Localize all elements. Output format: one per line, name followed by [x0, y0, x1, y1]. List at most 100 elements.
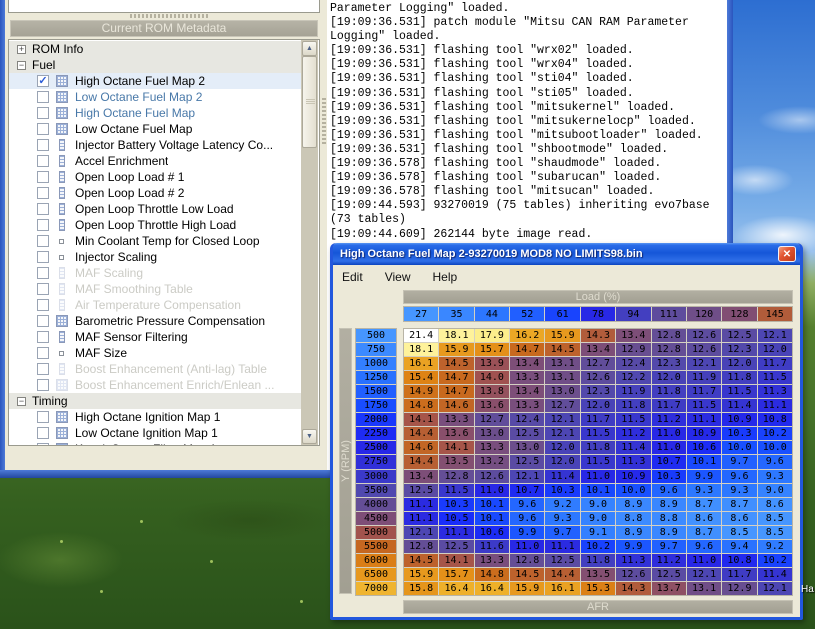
map-cell[interactable]: 9.4: [722, 540, 756, 553]
map-cell[interactable]: 10.1: [475, 512, 509, 525]
map-cell[interactable]: 11.7: [722, 568, 756, 581]
map-cell[interactable]: 14.5: [439, 357, 473, 370]
map-cell[interactable]: 12.8: [439, 470, 473, 483]
col-header-cell[interactable]: 128: [722, 307, 756, 321]
map-cell[interactable]: 11.3: [758, 385, 792, 398]
map-cell[interactable]: 11.1: [545, 540, 579, 553]
tree-item[interactable]: MAF Scaling: [9, 265, 301, 281]
checkbox[interactable]: [37, 427, 49, 439]
map-cell[interactable]: 11.5: [616, 413, 650, 426]
map-cell[interactable]: 11.7: [758, 357, 792, 370]
tree-item[interactable]: Open Loop Throttle High Load: [9, 217, 301, 233]
checkbox[interactable]: [37, 267, 49, 279]
checkbox[interactable]: [37, 347, 49, 359]
map-cell[interactable]: 11.8: [722, 371, 756, 384]
rom-metadata-tree[interactable]: +ROM Info−Fuel✓High Octane Fuel Map 2Low…: [8, 39, 320, 446]
checkbox[interactable]: [37, 235, 49, 247]
map-cell[interactable]: 9.2: [758, 540, 792, 553]
map-cell[interactable]: 13.1: [687, 582, 721, 595]
map-cell[interactable]: 14.1: [439, 441, 473, 454]
map-cell[interactable]: 11.1: [758, 399, 792, 412]
map-cell[interactable]: 12.5: [510, 427, 544, 440]
map-cell[interactable]: 11.0: [652, 441, 686, 454]
map-cell[interactable]: 9.3: [687, 484, 721, 497]
desktop-icon-label[interactable]: Ha: [801, 584, 814, 595]
map-cell[interactable]: 11.0: [687, 554, 721, 567]
map-cell[interactable]: 8.8: [652, 512, 686, 525]
tree-item[interactable]: Barometric Pressure Compensation: [9, 313, 301, 329]
map-cell[interactable]: 11.7: [687, 385, 721, 398]
map-cell[interactable]: 16.2: [510, 329, 544, 342]
map-cell[interactable]: 17.9: [475, 329, 509, 342]
map-cell[interactable]: 13.4: [510, 385, 544, 398]
map-cell[interactable]: 11.7: [581, 413, 615, 426]
map-cell[interactable]: 10.3: [652, 470, 686, 483]
row-header-cell[interactable]: 1000: [356, 357, 396, 370]
map-cell[interactable]: 12.1: [510, 470, 544, 483]
collapse-icon[interactable]: −: [17, 61, 26, 70]
map-cell[interactable]: 13.6: [439, 427, 473, 440]
map-cell[interactable]: 12.0: [652, 371, 686, 384]
map-cell[interactable]: 8.6: [758, 498, 792, 511]
map-cell[interactable]: 13.0: [545, 385, 579, 398]
map-cell[interactable]: 8.9: [616, 526, 650, 539]
map-cell[interactable]: 10.8: [758, 413, 792, 426]
map-cell[interactable]: 11.3: [616, 455, 650, 468]
map-cell[interactable]: 12.5: [652, 568, 686, 581]
map-cell[interactable]: 11.1: [687, 413, 721, 426]
map-cell[interactable]: 10.7: [652, 455, 686, 468]
map-cell[interactable]: 12.0: [545, 455, 579, 468]
map-cell[interactable]: 15.4: [404, 371, 438, 384]
checkbox[interactable]: [37, 123, 49, 135]
row-header-cell[interactable]: 500: [356, 329, 396, 342]
map-cell[interactable]: 12.6: [616, 568, 650, 581]
map-cell[interactable]: 10.1: [687, 455, 721, 468]
map-cell[interactable]: 12.8: [510, 554, 544, 567]
tree-item[interactable]: High Octane Fuel Map: [9, 105, 301, 121]
map-cell[interactable]: 14.0: [475, 371, 509, 384]
map-cell[interactable]: 13.3: [510, 371, 544, 384]
map-cell[interactable]: 8.9: [652, 526, 686, 539]
map-cell[interactable]: 9.6: [722, 470, 756, 483]
map-cell[interactable]: 14.4: [404, 455, 438, 468]
map-cell[interactable]: 15.9: [439, 343, 473, 356]
checkbox[interactable]: [37, 315, 49, 327]
map-cell[interactable]: 14.4: [545, 568, 579, 581]
tree-item[interactable]: MAF Sensor Filtering: [9, 329, 301, 345]
col-header-cell[interactable]: 120: [687, 307, 721, 321]
map-cell[interactable]: 10.9: [687, 427, 721, 440]
map-cell[interactable]: 11.0: [581, 470, 615, 483]
map-cell[interactable]: 12.6: [475, 470, 509, 483]
map-cell[interactable]: 9.3: [758, 470, 792, 483]
scrollbar-thumb[interactable]: [302, 56, 317, 148]
map-cell[interactable]: 13.3: [510, 399, 544, 412]
map-cell[interactable]: 9.3: [722, 484, 756, 497]
map-cell[interactable]: 14.7: [439, 371, 473, 384]
map-cell[interactable]: 12.1: [545, 427, 579, 440]
checkbox[interactable]: [37, 171, 49, 183]
map-cell[interactable]: 11.2: [616, 427, 650, 440]
map-cell[interactable]: 12.4: [510, 413, 544, 426]
map-cell[interactable]: 12.5: [404, 484, 438, 497]
map-cell[interactable]: 11.4: [758, 568, 792, 581]
map-cell[interactable]: 12.4: [616, 357, 650, 370]
map-cell[interactable]: 11.5: [722, 385, 756, 398]
map-cell[interactable]: 8.7: [687, 498, 721, 511]
map-cell[interactable]: 14.8: [404, 399, 438, 412]
menu-item-help[interactable]: Help: [432, 270, 457, 284]
map-cell[interactable]: 14.5: [404, 554, 438, 567]
checkbox[interactable]: [37, 411, 49, 423]
checkbox[interactable]: [37, 139, 49, 151]
col-header-cell[interactable]: 52: [510, 307, 544, 321]
tree-item[interactable]: Low Octane Ignition Map 1: [9, 425, 301, 441]
map-cell[interactable]: 9.3: [545, 512, 579, 525]
map-cell[interactable]: 9.6: [652, 484, 686, 497]
tree-item[interactable]: Air Temperature Compensation: [9, 297, 301, 313]
col-header-cell[interactable]: 27: [404, 307, 438, 321]
map-cell[interactable]: 14.3: [616, 582, 650, 595]
map-cell[interactable]: 18.1: [439, 329, 473, 342]
tree-item[interactable]: Injector Scaling: [9, 249, 301, 265]
map-cell[interactable]: 14.7: [439, 385, 473, 398]
map-cell[interactable]: 11.5: [581, 455, 615, 468]
tree-item[interactable]: Boost Enhancement (Anti-lag) Table: [9, 361, 301, 377]
